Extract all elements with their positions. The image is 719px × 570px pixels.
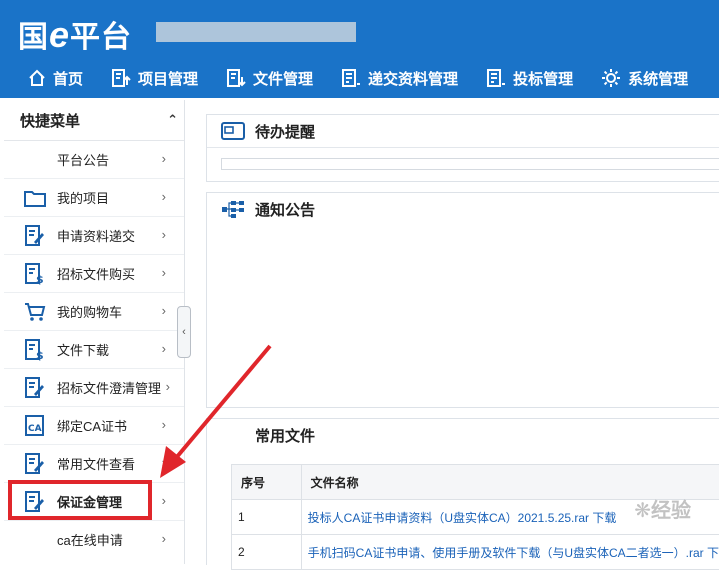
sidebar-item-cart[interactable]: 我的购物车 › <box>4 293 184 331</box>
nav-project-label: 项目管理 <box>138 68 198 89</box>
nav-bidding-label: 投标管理 <box>513 68 573 89</box>
blank-icon <box>24 149 46 171</box>
file-link[interactable]: 手机扫码CA证书申请、使用手册及软件下载（与U盘实体CA二者选一）.rar 下 <box>301 535 719 570</box>
sidebar-item-file-download[interactable]: $ 文件下载 › <box>4 331 184 369</box>
doc-down-icon <box>226 68 246 88</box>
todo-panel: 待办提醒 <box>206 114 719 182</box>
svg-text:$: $ <box>36 273 44 285</box>
nav-system[interactable]: 系统管理 <box>601 60 688 96</box>
edit-doc-icon <box>24 453 46 475</box>
blank-icon <box>24 529 46 551</box>
edit-doc-icon <box>24 377 46 399</box>
platform-logo[interactable]: 国e平台 <box>18 12 132 56</box>
todo-panel-header: 待办提醒 <box>207 115 719 148</box>
common-files-header: 常用文件 <box>207 419 719 451</box>
sidebar-item-label: ca在线申请 <box>57 530 123 549</box>
sidebar-item-label: 招标文件澄清管理 <box>57 378 161 397</box>
nav-home[interactable]: 首页 <box>28 60 83 96</box>
notice-panel: 通知公告 <box>206 192 719 408</box>
chevron-right-icon: › <box>162 151 166 166</box>
nav-project[interactable]: 项目管理 <box>111 60 198 96</box>
nav-files[interactable]: 文件管理 <box>226 60 313 96</box>
doc-list-icon <box>486 68 506 88</box>
sidebar-item-common-files[interactable]: 常用文件查看 › <box>4 445 184 483</box>
nav-home-label: 首页 <box>53 68 83 89</box>
common-files-title: 常用文件 <box>255 425 315 446</box>
ca-icon: CA <box>24 415 46 437</box>
watermark-text: 经验 <box>651 500 691 522</box>
sidebar-item-label: 文件下载 <box>57 340 109 359</box>
watermark: ❋经验 <box>634 494 691 523</box>
sidebar-item-label: 绑定CA证书 <box>57 416 127 435</box>
money-doc-icon: $ <box>24 339 46 361</box>
row-number: 2 <box>232 535 302 570</box>
card-icon <box>221 122 245 140</box>
sidebar-item-label: 我的项目 <box>57 188 109 207</box>
sidebar-item-apply-submission[interactable]: 申请资料递交 › <box>4 217 184 255</box>
annotation-highlight-box <box>8 480 152 520</box>
sitemap-icon <box>221 199 245 219</box>
sidebar-item-label: 我的购物车 <box>57 302 122 321</box>
home-icon <box>28 69 46 87</box>
chevron-right-icon: › <box>162 303 166 318</box>
quick-menu-title: 快捷菜单 <box>20 110 80 131</box>
nav-submission[interactable]: 递交资料管理 <box>341 60 458 96</box>
folder-icon <box>24 187 46 209</box>
cart-icon <box>24 301 46 323</box>
sidebar-item-my-projects[interactable]: 我的项目 › <box>4 179 184 217</box>
chevron-left-icon: ‹ <box>182 326 186 338</box>
money-doc-icon: $ <box>24 263 46 285</box>
nav-system-label: 系统管理 <box>628 68 688 89</box>
notice-panel-header: 通知公告 <box>207 193 719 225</box>
sidebar-item-label: 常用文件查看 <box>57 454 135 473</box>
paw-icon: ❋ <box>634 500 651 522</box>
sidebar-collapse-handle[interactable]: ‹ <box>177 306 191 358</box>
doc-up-icon <box>111 68 131 88</box>
table-row: 2 手机扫码CA证书申请、使用手册及软件下载（与U盘实体CA二者选一）.rar … <box>232 535 719 570</box>
logo-text-prefix: 国 <box>18 21 49 54</box>
sidebar-item-platform-notice[interactable]: 平台公告 › <box>4 141 184 179</box>
logo-text-e: e <box>49 14 70 55</box>
chevron-right-icon: › <box>162 493 166 508</box>
sidebar-item-clarification[interactable]: 招标文件澄清管理 › <box>4 369 184 407</box>
edit-doc-icon <box>24 225 46 247</box>
chevron-up-icon[interactable]: ⌃ <box>167 112 178 128</box>
todo-progress-bar <box>221 158 719 170</box>
chevron-right-icon: › <box>162 227 166 242</box>
chevron-right-icon: › <box>162 455 166 470</box>
svg-text:CA: CA <box>28 424 42 434</box>
todo-panel-title: 待办提醒 <box>255 121 315 142</box>
sidebar-item-bind-ca[interactable]: CA 绑定CA证书 › <box>4 407 184 445</box>
row-number: 1 <box>232 500 302 535</box>
main-nav: 首页 项目管理 文件管理 递交资料管理 投标管理 系统管理 <box>0 60 688 96</box>
quick-menu-header[interactable]: 快捷菜单 ⌃ <box>4 100 184 141</box>
logo-text-suffix: 平台 <box>70 21 132 54</box>
col-header-no: 序号 <box>232 465 302 500</box>
chevron-right-icon: › <box>162 265 166 280</box>
chevron-right-icon: › <box>162 417 166 432</box>
chevron-right-icon: › <box>162 531 166 546</box>
redacted-user-name <box>156 22 356 42</box>
sidebar-item-label: 招标文件购买 <box>57 264 135 283</box>
nav-bidding[interactable]: 投标管理 <box>486 60 573 96</box>
sidebar-item-label: 申请资料递交 <box>57 226 135 245</box>
sidebar-item-bid-purchase[interactable]: $ 招标文件购买 › <box>4 255 184 293</box>
sidebar-item-label: 平台公告 <box>57 150 109 169</box>
nav-files-label: 文件管理 <box>253 68 313 89</box>
notice-panel-title: 通知公告 <box>255 199 315 220</box>
doc-list-icon <box>341 68 361 88</box>
svg-text:$: $ <box>36 349 44 361</box>
chevron-right-icon: › <box>162 189 166 204</box>
nav-submission-label: 递交资料管理 <box>368 68 458 89</box>
top-header: 国e平台 首页 项目管理 文件管理 递交资料管理 投标管理 系统管理 <box>0 0 719 98</box>
sidebar-item-ca-online[interactable]: ca在线申请 › <box>4 521 184 558</box>
chevron-right-icon: › <box>166 379 170 394</box>
gear-icon <box>601 68 621 88</box>
chevron-right-icon: › <box>162 341 166 356</box>
